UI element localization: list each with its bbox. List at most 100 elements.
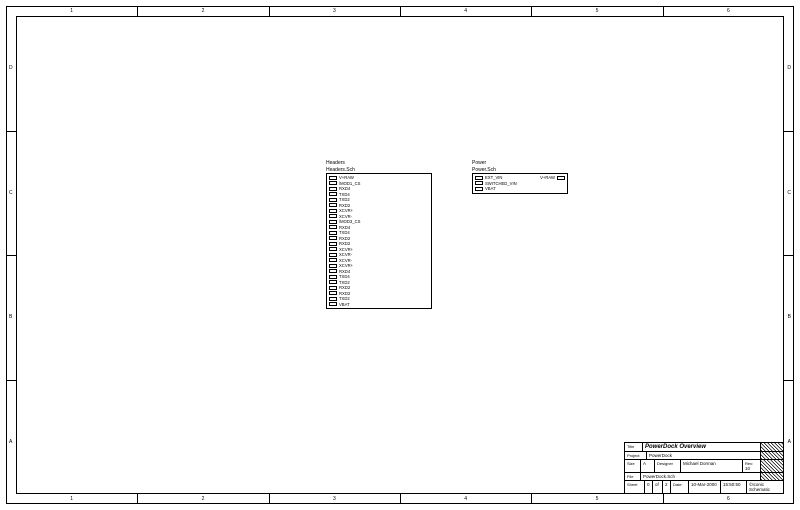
col-tick: 2 <box>202 8 205 14</box>
pin-cell <box>329 181 337 185</box>
pin-cell <box>475 187 483 191</box>
pin-label: TXD4 <box>339 274 350 279</box>
block-power: Power Power.Sch EXT_VINSWITCHED_VINVBAT … <box>472 160 568 194</box>
pin-cell <box>329 302 337 306</box>
pin-cell <box>329 297 337 301</box>
tb-sheet-total: 2 <box>663 481 671 493</box>
tb-sheet-current: 0 <box>645 481 653 493</box>
pin-cell <box>329 253 337 257</box>
pin-label: XCVR+ <box>339 247 353 252</box>
pin-label: RXD4 <box>339 225 350 230</box>
tb-title: PowerDock Overview <box>643 443 761 451</box>
col-tick: 5 <box>596 496 599 502</box>
pin-cell <box>329 231 337 235</box>
pin-label: EXT_VIN <box>485 175 502 180</box>
pin-row: V+RAW <box>540 175 565 181</box>
pin-cell <box>329 176 337 180</box>
pin-label: XCVR+ <box>339 263 353 268</box>
pin-label: XCVR- <box>339 258 352 263</box>
tb-hatch-2 <box>761 452 783 459</box>
row-tick: C <box>9 190 13 196</box>
row-tick: D <box>787 65 791 71</box>
row-tick: A <box>788 439 791 445</box>
block-headers: Headers Headers.Sch V+RAW/MOD1_CSRXD4TXD… <box>326 160 432 309</box>
pin-label: RXD4 <box>339 186 350 191</box>
pin-label: XCVR- <box>339 214 352 219</box>
tb-sheet-label: Sheet <box>627 482 637 487</box>
col-tick: 1 <box>70 496 73 502</box>
col-tick: 2 <box>202 496 205 502</box>
pin-cell <box>329 236 337 240</box>
title-block: Title PowerDock Overview Project PowerDo… <box>624 442 784 494</box>
pin-label: XCVR+ <box>339 208 353 213</box>
block-headers-title: Headers <box>326 160 432 166</box>
pin-cell <box>329 291 337 295</box>
tb-time: 15:50:50 <box>721 481 747 493</box>
pin-label: TXD4 <box>339 230 350 235</box>
pin-row: VBAT <box>475 186 517 192</box>
tb-rev: 10 <box>745 466 750 471</box>
pin-label: V+RAW <box>540 175 555 180</box>
block-headers-body: V+RAW/MOD1_CSRXD4TXD4TXD2RXD2XCVR+XCVR-/… <box>326 173 432 309</box>
pin-cell <box>329 225 337 229</box>
col-tick: 4 <box>464 496 467 502</box>
pin-label: RXD2 <box>339 285 350 290</box>
col-tick: 5 <box>596 8 599 14</box>
pin-label: SWITCHED_VIN <box>485 181 517 186</box>
pin-label: TXD2 <box>339 197 350 202</box>
pin-label: /MOD1_CS <box>339 181 360 186</box>
pin-label: VBAT <box>339 302 350 307</box>
tb-date: 10-Mar-2000 <box>689 481 721 493</box>
pin-label: V+RAW <box>339 175 354 180</box>
pin-cell <box>329 242 337 246</box>
tb-size-label: Size <box>627 461 635 466</box>
pin-label: XCVR- <box>339 252 352 257</box>
pin-cell <box>329 247 337 251</box>
tb-designer-label: Designer <box>657 461 673 466</box>
pin-cell <box>557 176 565 180</box>
pin-row: VBAT <box>329 302 429 308</box>
tb-hatch-4 <box>761 473 783 480</box>
pin-cell <box>329 275 337 279</box>
pin-label: /MOD3_CS <box>339 219 360 224</box>
row-tick: B <box>9 314 12 320</box>
pin-cell <box>329 192 337 196</box>
pin-label: RXD4 <box>339 269 350 274</box>
pin-cell <box>329 258 337 262</box>
col-tick: 3 <box>333 496 336 502</box>
tb-project-label: Project <box>627 453 639 458</box>
col-tick: 3 <box>333 8 336 14</box>
tb-designer: Michael Dorman <box>681 460 743 472</box>
block-power-title: Power <box>472 160 568 166</box>
pin-label: RXD2 <box>339 203 350 208</box>
col-tick: 4 <box>464 8 467 14</box>
pin-cell <box>329 220 337 224</box>
tb-hatch-3 <box>761 460 783 472</box>
tb-size: A <box>641 460 655 472</box>
row-tick: C <box>787 190 791 196</box>
pin-label: VBAT <box>485 186 496 191</box>
tb-date-label: Date: <box>673 482 683 487</box>
tb-file: PowerDock.Sch <box>641 473 761 480</box>
pin-label: TXD2 <box>339 280 350 285</box>
col-tick: 1 <box>70 8 73 14</box>
pin-cell <box>329 203 337 207</box>
col-tick: 6 <box>727 8 730 14</box>
pin-cell <box>329 286 337 290</box>
pin-cell <box>475 181 483 185</box>
pin-cell <box>329 280 337 284</box>
row-tick: A <box>9 439 12 445</box>
tb-corner: ©Iconic Schematic <box>747 481 783 493</box>
pin-label: TXD2 <box>339 296 350 301</box>
tb-sheet-sep: of <box>653 481 663 493</box>
pin-label: RXD2 <box>339 236 350 241</box>
pin-cell <box>329 264 337 268</box>
row-tick: B <box>788 314 791 320</box>
pin-cell <box>329 269 337 273</box>
tb-project: PowerDock <box>647 452 761 459</box>
col-tick: 6 <box>727 496 730 502</box>
tb-file-label: File <box>627 474 633 479</box>
pin-cell <box>329 209 337 213</box>
pin-row: SWITCHED_VIN <box>475 181 517 187</box>
block-power-body: EXT_VINSWITCHED_VINVBAT V+RAW <box>472 173 568 194</box>
